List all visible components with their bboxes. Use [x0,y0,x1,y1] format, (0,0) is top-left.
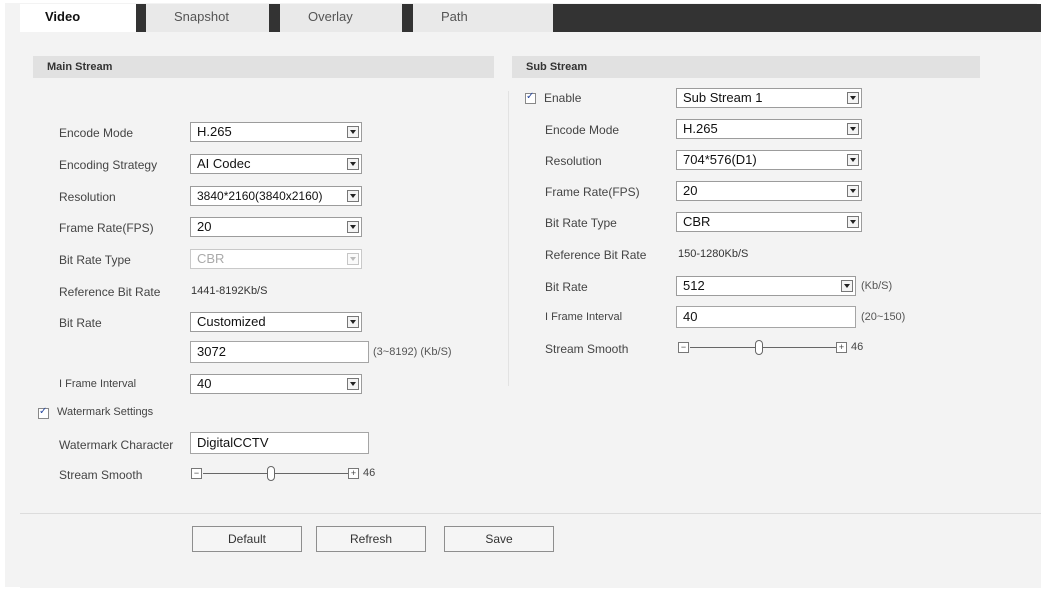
minus-icon[interactable]: − [191,468,202,479]
sub-bit-rate-type-select[interactable]: CBR [676,212,862,232]
slider-track [203,473,348,474]
chevron-down-icon [347,158,359,170]
sub-bit-rate-select[interactable]: 512 [676,276,856,296]
sub-frame-rate-select[interactable]: 20 [676,181,862,201]
main-bit-rate-input[interactable]: 3072 [190,341,369,363]
main-encoding-strategy-label: Encoding Strategy [59,158,158,172]
footer-divider [20,513,1041,514]
chevron-down-icon [347,316,359,328]
main-i-frame-interval-select[interactable]: 40 [190,374,362,394]
watermark-settings-label: Watermark Settings [57,406,154,418]
main-bit-rate-range: (3~8192) (Kb/S) [373,346,452,358]
sub-encode-mode-select[interactable]: H.265 [676,119,862,139]
main-resolution-label: Resolution [59,190,116,204]
sub-stream-select[interactable]: Sub Stream 1 [676,88,862,108]
main-resolution-value: 3840*2160(3840x2160) [197,189,323,203]
slider-track [690,347,836,348]
chevron-down-icon [347,126,359,138]
sub-encode-mode-value: H.265 [683,121,718,136]
main-stream-smooth-label: Stream Smooth [59,468,143,482]
chevron-down-icon [847,92,859,104]
main-encode-mode-label: Encode Mode [59,126,134,140]
sub-stream-smooth-value: 46 [851,341,864,353]
sub-stream-value: Sub Stream 1 [683,90,763,105]
watermark-settings-checkbox[interactable] [38,406,49,419]
plus-icon[interactable]: + [836,342,847,353]
main-i-frame-interval-value: 40 [197,376,212,391]
sub-i-frame-interval-range: (20~150) [861,311,906,323]
sub-bit-rate-label: Bit Rate [545,280,588,294]
main-bit-rate-value: Customized [197,314,266,329]
main-bit-rate-select[interactable]: Customized [190,312,362,332]
chevron-down-icon [347,253,359,265]
sub-resolution-select[interactable]: 704*576(D1) [676,150,862,170]
sub-frame-rate-label: Frame Rate(FPS) [545,185,640,199]
main-reference-bit-rate-value: 1441-8192Kb/S [191,285,268,297]
main-frame-rate-value: 20 [197,219,212,234]
default-button[interactable]: Default [192,526,302,552]
sub-encode-mode-label: Encode Mode [545,123,620,137]
settings-panel [20,32,1041,588]
watermark-character-label: Watermark Character [59,438,174,452]
chevron-down-icon [847,123,859,135]
tab-snapshot[interactable]: Snapshot [146,4,269,32]
sub-resolution-label: Resolution [545,154,602,168]
minus-icon[interactable]: − [678,342,689,353]
sub-bit-rate-type-value: CBR [683,214,711,229]
sub-reference-bit-rate-value: 150-1280Kb/S [678,248,749,260]
sub-stream-header: Sub Stream [512,56,980,78]
tab-overlay[interactable]: Overlay [280,4,402,32]
main-stream-smooth-value: 46 [363,467,376,479]
main-bit-rate-type-value: CBR [197,251,225,266]
tab-video[interactable]: Video [20,4,136,32]
main-frame-rate-label: Frame Rate(FPS) [59,221,154,235]
main-encoding-strategy-value: AI Codec [197,156,251,171]
chevron-down-icon [847,185,859,197]
chevron-down-icon [347,221,359,233]
main-bit-rate-type-label: Bit Rate Type [59,253,131,267]
plus-icon[interactable]: + [348,468,359,479]
sub-frame-rate-value: 20 [683,183,698,198]
main-bit-rate-type-select: CBR [190,249,362,269]
tab-bar: Video Snapshot Overlay Path [20,4,1041,32]
chevron-down-icon [847,216,859,228]
chevron-down-icon [847,154,859,166]
main-resolution-select[interactable]: 3840*2160(3840x2160) [190,186,362,206]
main-bit-rate-label: Bit Rate [59,316,102,330]
sub-bit-rate-value: 512 [683,278,705,293]
slider-thumb[interactable] [267,466,275,481]
main-encoding-strategy-select[interactable]: AI Codec [190,154,362,174]
sub-stream-enable-checkbox[interactable] [525,91,536,104]
refresh-button[interactable]: Refresh [316,526,426,552]
watermark-character-input[interactable]: DigitalCCTV [190,432,369,454]
main-encode-mode-select[interactable]: H.265 [190,122,362,142]
save-button[interactable]: Save [444,526,554,552]
chevron-down-icon [347,378,359,390]
sub-bit-rate-type-label: Bit Rate Type [545,216,617,230]
sub-stream-smooth-slider[interactable]: − + 46 [678,340,878,356]
main-encode-mode-value: H.265 [197,124,232,139]
sub-bit-rate-unit: (Kb/S) [861,280,893,292]
sub-resolution-value: 704*576(D1) [683,152,757,167]
main-stream-header: Main Stream [33,56,494,78]
column-divider [508,91,509,386]
main-reference-bit-rate-label: Reference Bit Rate [59,285,161,299]
chevron-down-icon [841,280,853,292]
main-i-frame-interval-label: I Frame Interval [59,378,137,390]
main-stream-smooth-slider[interactable]: − + 46 [191,466,391,482]
sub-reference-bit-rate-label: Reference Bit Rate [545,248,647,262]
sub-stream-smooth-label: Stream Smooth [545,342,629,356]
tab-path[interactable]: Path [413,4,553,32]
sub-i-frame-interval-label: I Frame Interval [545,311,623,323]
chevron-down-icon [347,190,359,202]
slider-thumb[interactable] [755,340,763,355]
sub-stream-enable-label: Enable [544,91,582,105]
main-frame-rate-select[interactable]: 20 [190,217,362,237]
sub-i-frame-interval-input[interactable]: 40 [676,306,856,328]
